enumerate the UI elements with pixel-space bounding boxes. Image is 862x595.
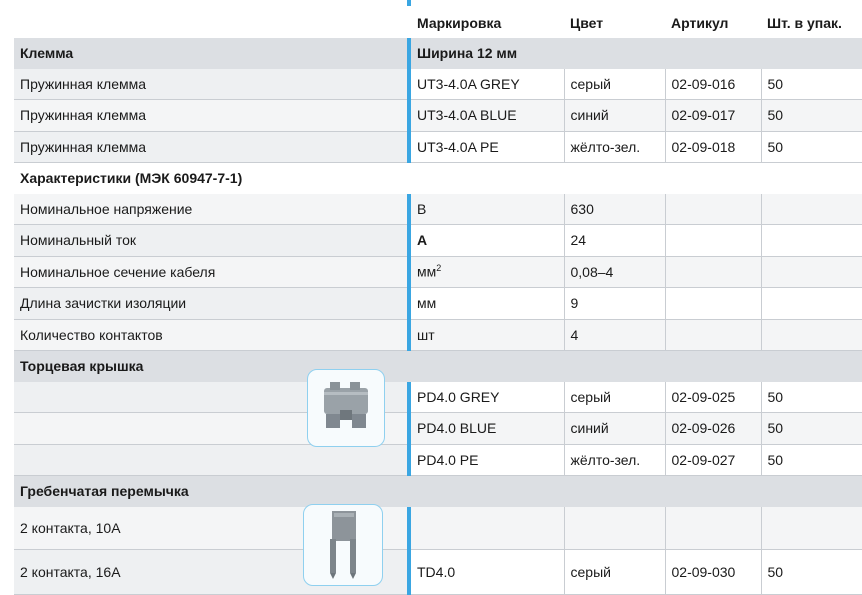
header-color: Цвет <box>564 8 665 38</box>
unit-superscript: 2 <box>436 263 442 274</box>
spec-name: Номинальный ток <box>14 224 407 257</box>
row-name: Пружинная клемма <box>14 68 407 100</box>
product-table-page: Маркировка Цвет Артикул Шт. в упак. Клем… <box>0 0 862 595</box>
spec-unit: шт <box>411 319 564 351</box>
row-pack: 50 <box>760 381 862 413</box>
row-color: жёлто-зел. <box>563 131 665 163</box>
row-pack: 50 <box>760 131 862 163</box>
end-cap-image <box>307 369 385 447</box>
row-color: серый <box>563 549 665 595</box>
comb-jumper-image <box>303 504 383 586</box>
row-article <box>664 506 761 550</box>
table-row: PD4.0 BLUE синий 02-09-026 50 <box>14 412 862 445</box>
spec-name: Номинальное сечение кабеля <box>14 256 407 288</box>
product-table: Маркировка Цвет Артикул Шт. в упак. Клем… <box>14 8 862 595</box>
top-strip <box>0 0 862 6</box>
spec-row: Номинальный ток А 24 <box>14 224 862 257</box>
row-marking: TD4.0 <box>411 549 564 595</box>
section-row-endcap: Торцевая крышка <box>14 350 862 382</box>
row-article: 02-09-027 <box>664 444 761 476</box>
table-row: Пружинная клемма UT3-4.0A BLUE синий 02-… <box>14 99 862 132</box>
spec-value: 0,08–4 <box>563 256 665 288</box>
row-pack <box>760 506 862 550</box>
section-row-terminal: Клемма Ширина 12 мм <box>14 38 862 69</box>
end-cap-icon <box>324 382 368 428</box>
row-marking: UT3-4.0A PE <box>411 131 564 163</box>
comb-jumper-icon <box>330 511 356 579</box>
row-pack: 50 <box>760 99 862 132</box>
table-row: 2 контакта, 16А TD4.0 серый 02-09-030 50 <box>14 549 862 595</box>
spec-row: Номинальное напряжение В 630 <box>14 193 862 225</box>
row-marking: PD4.0 GREY <box>411 381 564 413</box>
spec-row: Количество контактов шт 4 <box>14 319 862 351</box>
spec-unit: В <box>411 193 564 225</box>
table-row: Пружинная клемма UT3-4.0A PE жёлто-зел. … <box>14 131 862 163</box>
spec-row: Номинальное сечение кабеля мм2 0,08–4 <box>14 256 862 288</box>
spec-name: Номинальное напряжение <box>14 193 407 225</box>
section-title: Торцевая крышка <box>14 350 862 382</box>
header-marking: Маркировка <box>411 8 564 38</box>
row-pack: 50 <box>760 412 862 445</box>
accent-tick <box>407 0 411 6</box>
row-article: 02-09-025 <box>664 381 761 413</box>
table-header-row: Маркировка Цвет Артикул Шт. в упак. <box>14 8 862 38</box>
section-title: Гребенчатая перемычка <box>14 475 862 507</box>
spec-value: 4 <box>563 319 665 351</box>
section-title: Характеристики (МЭК 60947-7-1) <box>14 162 862 194</box>
spec-row: Длина зачистки изоляции мм 9 <box>14 287 862 320</box>
spec-unit: мм2 <box>411 256 564 288</box>
spec-unit: А <box>411 224 564 257</box>
row-color: синий <box>563 412 665 445</box>
spec-name: Длина зачистки изоляции <box>14 287 407 320</box>
spec-value: 9 <box>563 287 665 320</box>
row-marking: UT3-4.0A BLUE <box>411 99 564 132</box>
row-marking: PD4.0 PE <box>411 444 564 476</box>
row-name: Пружинная клемма <box>14 131 407 163</box>
row-article: 02-09-016 <box>664 68 761 100</box>
row-name: Пружинная клемма <box>14 99 407 132</box>
row-color: жёлто-зел. <box>563 444 665 476</box>
row-color: серый <box>563 381 665 413</box>
row-article: 02-09-018 <box>664 131 761 163</box>
header-article: Артикул <box>665 8 761 38</box>
row-pack: 50 <box>760 68 862 100</box>
table-row: Пружинная клемма UT3-4.0A GREY серый 02-… <box>14 68 862 100</box>
section-title: Клемма <box>14 38 407 69</box>
table-row: PD4.0 GREY серый 02-09-025 50 <box>14 381 862 413</box>
spec-unit: мм <box>411 287 564 320</box>
row-marking <box>411 506 564 550</box>
table-row: 2 контакта, 10А <box>14 506 862 550</box>
row-article: 02-09-030 <box>664 549 761 595</box>
section-row-specs: Характеристики (МЭК 60947-7-1) <box>14 162 862 194</box>
row-color: серый <box>563 68 665 100</box>
row-marking: PD4.0 BLUE <box>411 412 564 445</box>
spec-name: Количество контактов <box>14 319 407 351</box>
row-pack: 50 <box>760 549 862 595</box>
spec-value: 630 <box>563 193 665 225</box>
spec-value: 24 <box>563 224 665 257</box>
table-row: PD4.0 PE жёлто-зел. 02-09-027 50 <box>14 444 862 476</box>
row-article: 02-09-026 <box>664 412 761 445</box>
header-pack: Шт. в упак. <box>761 8 862 38</box>
row-pack: 50 <box>760 444 862 476</box>
row-color <box>563 506 665 550</box>
row-marking: UT3-4.0A GREY <box>411 68 564 100</box>
row-article: 02-09-017 <box>664 99 761 132</box>
section-width: Ширина 12 мм <box>411 38 862 69</box>
row-color: синий <box>563 99 665 132</box>
section-row-jumper: Гребенчатая перемычка <box>14 475 862 507</box>
